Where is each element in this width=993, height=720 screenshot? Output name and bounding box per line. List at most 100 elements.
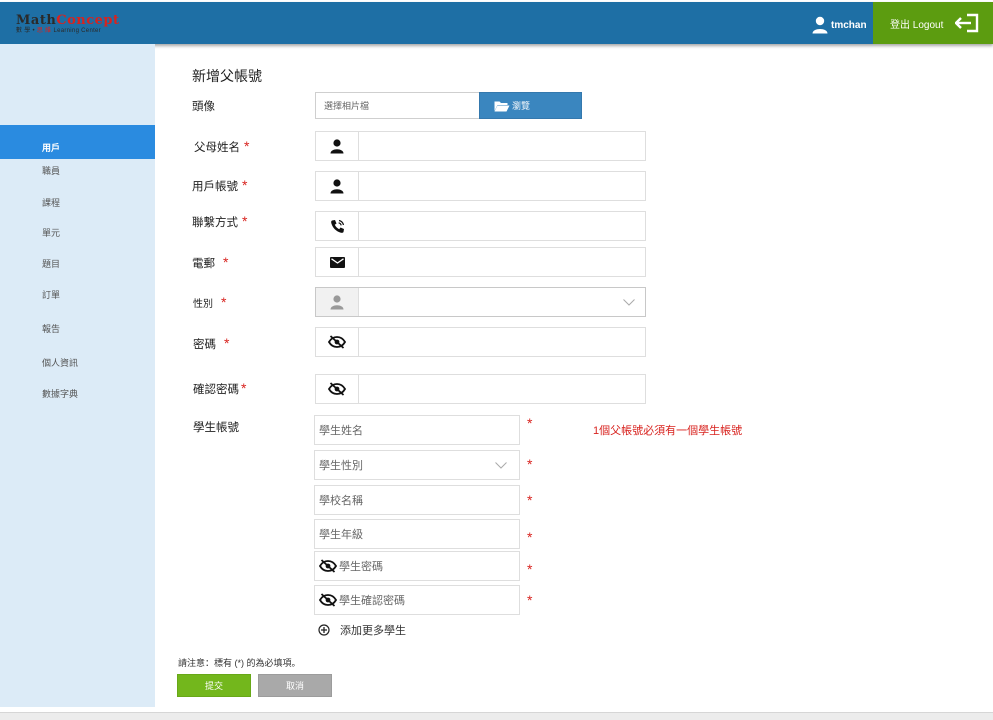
logo-subtitle: 數 學 • 思 維 Learning Center xyxy=(16,27,120,35)
student-password-placeholder: 學生密碼 xyxy=(339,561,383,573)
account-input[interactable] xyxy=(315,171,646,201)
parent-name-label: 父母姓名 * xyxy=(194,138,249,155)
student-name-placeholder: 學生姓名 xyxy=(319,425,363,437)
parent-name-input[interactable] xyxy=(315,131,646,161)
confirm-password-label-text: 確認密碼 xyxy=(193,384,239,396)
cancel-label: 取消 xyxy=(285,681,304,691)
sidebar-item-label: 單元 xyxy=(42,227,61,238)
user-menu[interactable]: tmchan xyxy=(812,15,867,35)
student-password-input[interactable]: 學生密碼 xyxy=(314,551,520,581)
required-star: * xyxy=(527,492,533,508)
required-star: * xyxy=(224,335,230,351)
avatar-file-input[interactable]: 選擇相片檔 xyxy=(315,92,480,119)
logo-wordmark: MathConcept xyxy=(16,14,120,27)
account-label-text: 用戶帳號 xyxy=(192,181,238,193)
input-addon[interactable] xyxy=(316,328,359,356)
add-more-label: 添加更多學生 xyxy=(340,625,406,637)
add-more-students-button[interactable]: 添加更多學生 xyxy=(318,622,406,638)
input-addon xyxy=(316,132,359,160)
input-addon[interactable] xyxy=(316,375,359,403)
mail-icon xyxy=(329,256,345,268)
password-input[interactable] xyxy=(315,327,646,357)
page-title: 新增父帳號 xyxy=(192,68,262,84)
sidebar-item-profile[interactable]: 個人資訊 xyxy=(0,345,155,379)
top-bar: MathConcept 數 學 • 思 維 Learning Center tm… xyxy=(0,2,993,44)
folder-open-icon xyxy=(494,101,510,111)
student-grade-input[interactable]: 學生年級 xyxy=(314,519,520,549)
sidebar-item-units[interactable]: 單元 xyxy=(0,215,155,249)
contact-input[interactable] xyxy=(315,211,646,241)
input-addon xyxy=(316,212,359,240)
contact-label: 聯繫方式 * xyxy=(192,213,247,230)
sidebar-item-label: 用戶 xyxy=(42,142,61,153)
sidebar-item-label: 個人資訊 xyxy=(42,357,79,368)
password-label: 密碼 * xyxy=(193,335,229,352)
bottom-scrollbar[interactable] xyxy=(0,712,993,720)
submit-label: 提交 xyxy=(204,681,223,691)
logo-sub-a: 數 學 • xyxy=(16,28,37,34)
username: tmchan xyxy=(831,19,867,31)
math-concept-logo[interactable]: MathConcept 數 學 • 思 維 Learning Center xyxy=(16,14,120,35)
account-label: 用戶帳號 * xyxy=(192,177,247,194)
gender-label-text: 性別 xyxy=(193,299,213,310)
required-star: * xyxy=(527,415,533,431)
sidebar-item-reports[interactable]: 報告 xyxy=(0,311,155,345)
logout-icon xyxy=(955,13,979,33)
email-label: 電郵 * xyxy=(192,254,228,271)
school-name-input[interactable]: 學校名稱 xyxy=(314,485,520,515)
email-input[interactable] xyxy=(315,247,646,277)
student-gender-select[interactable]: 學生性別 xyxy=(314,450,520,480)
input-addon xyxy=(316,172,359,200)
required-star: * xyxy=(241,380,247,396)
user-icon xyxy=(330,178,344,193)
browse-label: 瀏覽 xyxy=(512,101,531,111)
input-addon xyxy=(316,288,359,316)
logo-sub-c: Learning Center xyxy=(51,28,101,34)
sidebar-item-questions[interactable]: 題目 xyxy=(0,246,155,280)
contact-label-text: 聯繫方式 xyxy=(192,217,238,229)
cancel-button[interactable]: 取消 xyxy=(258,674,332,697)
chevron-down-icon xyxy=(623,299,635,306)
file-placeholder: 選擇相片檔 xyxy=(324,101,370,111)
student-account-warning: 1個父帳號必須有一個學生帳號 xyxy=(593,425,743,437)
sidebar-item-data-dictionary[interactable]: 數據字典 xyxy=(0,376,155,410)
student-accounts-label: 學生帳號 xyxy=(193,422,239,434)
email-label-text: 電郵 xyxy=(192,258,215,270)
gender-select[interactable] xyxy=(315,287,646,317)
sidebar-item-courses[interactable]: 課程 xyxy=(0,185,155,219)
required-star: * xyxy=(244,138,250,154)
student-confirm-password-input[interactable]: 學生確認密碼 xyxy=(314,585,520,615)
student-grade-placeholder: 學生年級 xyxy=(319,529,363,541)
user-icon xyxy=(330,138,344,153)
student-name-input[interactable]: 學生姓名 xyxy=(314,415,520,445)
required-star: * xyxy=(527,529,533,545)
sidebar-item-orders[interactable]: 訂單 xyxy=(0,277,155,311)
plus-circle-icon xyxy=(318,624,330,636)
submit-button[interactable]: 提交 xyxy=(177,674,251,697)
sidebar-item-staff[interactable]: 職員 xyxy=(0,153,155,187)
input-addon xyxy=(316,248,359,276)
logo-sub-b: 思 維 xyxy=(36,28,52,34)
student-confirm-password-placeholder: 學生確認密碼 xyxy=(339,595,405,607)
logo-word-math: Math xyxy=(16,13,57,28)
student-gender-placeholder: 學生性別 xyxy=(319,460,363,472)
gender-label: 性別 * xyxy=(193,294,226,310)
eye-slash-icon xyxy=(328,382,346,396)
logo-word-concept: Concept xyxy=(56,13,120,28)
user-icon xyxy=(812,16,828,34)
eye-slash-icon[interactable] xyxy=(319,559,337,573)
parent-name-label-text: 父母姓名 xyxy=(194,142,240,154)
logout-button[interactable]: 登出 Logout xyxy=(873,2,993,44)
sidebar-item-label: 數據字典 xyxy=(42,388,79,399)
eye-slash-icon[interactable] xyxy=(319,593,337,607)
sidebar-item-label: 題目 xyxy=(42,258,61,269)
confirm-password-input[interactable] xyxy=(315,374,646,404)
user-icon xyxy=(330,294,344,309)
sidebar-item-label: 課程 xyxy=(42,197,61,208)
required-star: * xyxy=(223,254,229,270)
eye-slash-icon xyxy=(328,335,346,349)
avatar-label: 頭像 xyxy=(192,101,215,113)
browse-button[interactable]: 瀏覽 xyxy=(479,92,582,119)
sidebar-item-label: 訂單 xyxy=(42,289,61,300)
sidebar-item-label: 職員 xyxy=(42,165,61,176)
